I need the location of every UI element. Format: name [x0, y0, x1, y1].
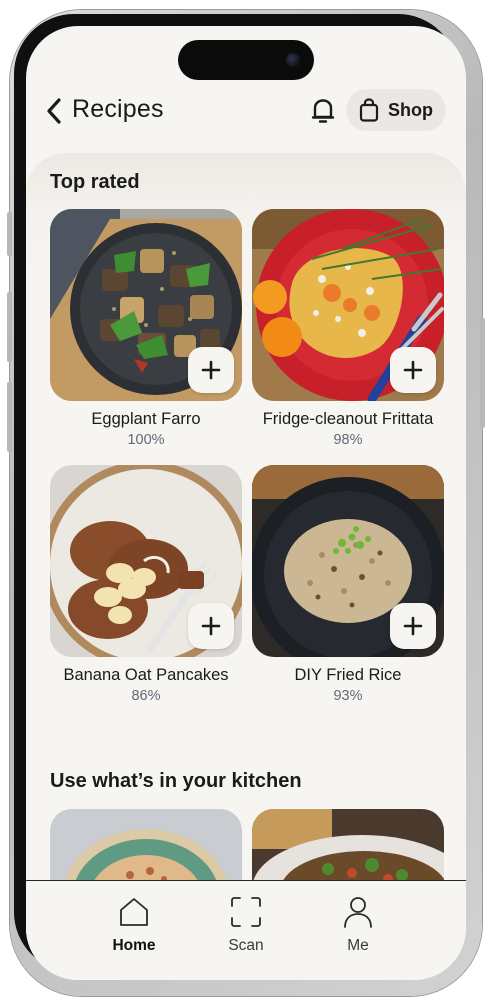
back-button[interactable] [42, 94, 66, 128]
section-title-top-rated: Top rated [50, 171, 140, 193]
tab-scan-label: Scan [228, 937, 264, 954]
profile-icon [344, 897, 372, 928]
recipe-image [252, 465, 444, 657]
header: Recipes Shop [26, 88, 466, 134]
tab-me[interactable]: Me [318, 895, 398, 955]
tab-home[interactable]: Home [94, 895, 174, 955]
recipe-image [252, 209, 444, 401]
recipe-card[interactable]: Fridge-cleanout Frittata 98% [252, 209, 444, 448]
dynamic-island [178, 40, 314, 80]
bell-icon [311, 99, 335, 123]
camera-lens [286, 53, 300, 67]
shopping-bag-icon [359, 98, 379, 122]
kitchen-recipe-photo [252, 809, 444, 889]
add-recipe-button[interactable] [188, 347, 234, 393]
tab-me-label: Me [347, 937, 369, 954]
recipe-card[interactable] [50, 809, 242, 889]
chevron-left-icon [47, 98, 61, 124]
recipe-image [50, 209, 242, 401]
recipe-name: Banana Oat Pancakes [63, 666, 229, 684]
volume-down-button [7, 382, 12, 452]
action-button [7, 212, 12, 256]
page-title: Recipes [72, 95, 164, 123]
recipe-name: Eggplant Farro [91, 410, 201, 428]
section-title-kitchen: Use what’s in your kitchen [50, 770, 302, 792]
recipe-rating: 93% [333, 688, 363, 704]
recipe-rating: 98% [333, 432, 363, 448]
kitchen-recipe-photo [50, 809, 242, 889]
recipe-card[interactable]: DIY Fried Rice 93% [252, 465, 444, 704]
recipe-card[interactable]: Banana Oat Pancakes 86% [50, 465, 242, 704]
recipe-rating: 86% [131, 688, 161, 704]
add-recipe-button[interactable] [188, 603, 234, 649]
recipe-name: DIY Fried Rice [294, 666, 402, 684]
recipe-rating: 100% [127, 432, 165, 448]
recipe-image [252, 809, 444, 889]
screen: Recipes Shop Top rated Eggplant Farro 10… [26, 26, 466, 980]
recipe-card[interactable] [252, 809, 444, 889]
home-icon [120, 898, 148, 926]
notifications-button[interactable] [310, 97, 336, 125]
tab-bar: Home Scan Me [26, 880, 466, 980]
recipe-image [50, 465, 242, 657]
power-button [480, 318, 485, 428]
shop-label: Shop [388, 99, 433, 120]
plus-icon [403, 616, 423, 636]
plus-icon [403, 360, 423, 380]
recipe-name: Fridge-cleanout Frittata [262, 410, 434, 428]
tab-scan[interactable]: Scan [206, 895, 286, 955]
shop-button[interactable]: Shop [346, 89, 446, 131]
plus-icon [201, 616, 221, 636]
scan-icon [231, 897, 261, 927]
tab-home-label: Home [112, 937, 156, 954]
plus-icon [201, 360, 221, 380]
recipe-card[interactable]: Eggplant Farro 100% [50, 209, 242, 448]
add-recipe-button[interactable] [390, 603, 436, 649]
volume-up-button [7, 292, 12, 362]
add-recipe-button[interactable] [390, 347, 436, 393]
recipe-image [50, 809, 242, 889]
